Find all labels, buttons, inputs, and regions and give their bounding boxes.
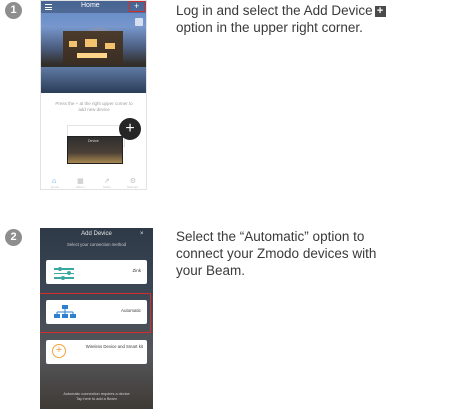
camera-icon [135,18,143,26]
option-wireless-label: Wireless Device and Smart kit [85,344,143,349]
option-zink-label: Zink [132,268,141,273]
home-icon[interactable]: ⌂ [51,178,58,185]
step-1-line-1: Log in and select the Add Device [176,3,373,18]
option-zink[interactable]: Zink [46,260,147,284]
tab-settings[interactable]: Settings [127,185,138,189]
tab-home[interactable]: Home [51,185,59,189]
album-icon[interactable]: ▦ [77,178,84,185]
add-device-fab[interactable]: + [119,118,141,140]
add-button-highlight [129,1,145,12]
share-icon[interactable]: ↗ [103,178,110,185]
footer-link[interactable]: Tap here to add a Beam [40,397,153,402]
step-2-line-1: Select the “Automatic” option to [176,229,365,244]
option-wireless[interactable]: + Wireless Device and Smart kit [46,340,147,364]
step-1-instruction: Log in and select the Add Device + option… [176,2,386,36]
add-device-icon: + [374,6,386,17]
automatic-option-highlight [40,293,151,333]
menu-icon[interactable] [45,4,52,10]
step-2-line-2: connect your Zmodo devices with [176,246,377,261]
step-2-instruction: Select the “Automatic” option to connect… [176,228,376,279]
step-1-line-2: option in the upper right corner. [176,20,363,35]
connection-method-subtitle: Select your connection method [67,242,126,247]
phone-screenshot-home: Home + Press the + at the right upper co… [40,0,147,190]
empty-state-caption: Press the + at the right upper corner to… [55,101,133,112]
pool [41,67,146,93]
hero-photo [41,1,146,93]
close-icon[interactable]: × [140,231,144,237]
app-title: Home [81,2,100,9]
tab-share[interactable]: Share [103,185,111,189]
plus-circle-icon: + [52,344,66,358]
sliders-icon [54,266,74,280]
step-2-line-3: your Beam. [176,263,246,278]
settings-icon[interactable]: ⚙ [129,178,136,185]
add-device-title: Add Device [81,231,112,237]
step-1-badge: 1 [5,2,22,19]
tab-album[interactable]: Album [76,185,85,189]
footer-note: Automatic connection requires a device T… [40,392,153,402]
house-silhouette [63,31,123,65]
step-2-badge: 2 [5,229,22,246]
device-card-label: Device [88,139,99,143]
phone-screenshot-add-device: Add Device × Select your connection meth… [40,228,153,409]
device-card[interactable]: Device [67,136,123,164]
